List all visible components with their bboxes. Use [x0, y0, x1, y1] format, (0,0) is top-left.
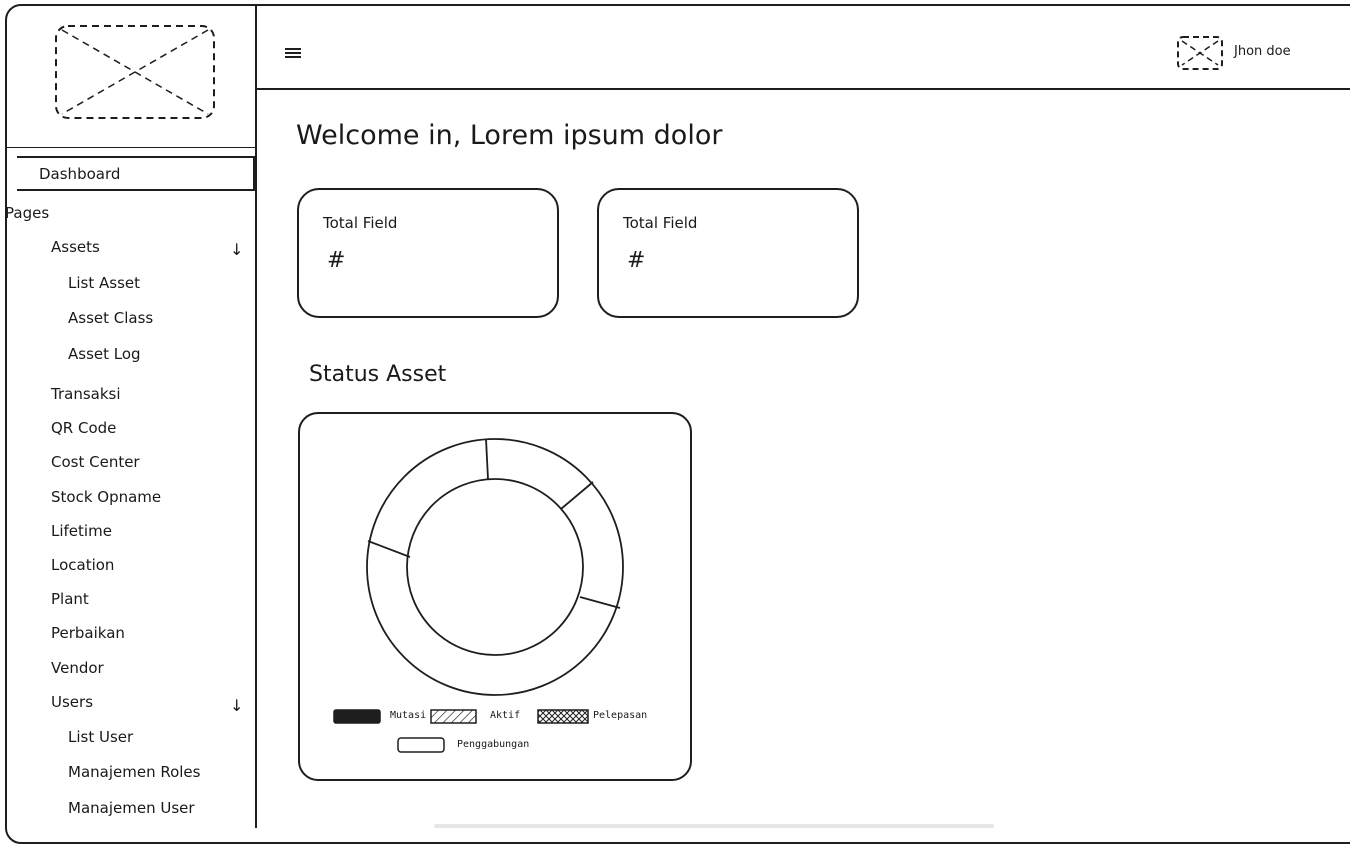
horizontal-scrollbar[interactable] [434, 824, 994, 828]
donut-chart [366, 438, 624, 696]
sidebar-item-label: Assets [51, 238, 100, 256]
stat-card-label: Total Field [623, 214, 698, 232]
sidebar-item-manajemen-user[interactable]: Manajemen User [68, 799, 195, 817]
sidebar-item-stock-opname[interactable]: Stock Opname [51, 488, 161, 506]
sidebar-item-plant[interactable]: Plant [51, 590, 89, 608]
donut-divider [367, 540, 411, 558]
donut-divider [485, 438, 489, 480]
arrow-down-icon[interactable]: ↓ [230, 696, 243, 715]
sidebar-divider [5, 147, 255, 148]
legend-label-aktif: Aktif [490, 710, 521, 721]
stat-card-value: # [327, 248, 346, 273]
avatar-placeholder-icon[interactable] [1176, 34, 1224, 72]
sidebar-item-assets[interactable]: Assets [51, 238, 100, 256]
sidebar-item-qr-code[interactable]: QR Code [51, 419, 116, 437]
sidebar: Dashboard Pages Assets ↓ List Asset Asse… [5, 4, 257, 828]
stat-card-label: Total Field [323, 214, 398, 232]
logo-placeholder-icon [54, 22, 216, 122]
donut-outer-ring [366, 438, 624, 696]
sidebar-item-list-user[interactable]: List User [68, 728, 133, 746]
sidebar-item-lifetime[interactable]: Lifetime [51, 522, 112, 540]
legend-swatch-pelepasan [537, 709, 589, 724]
chart-legend: Mutasi Aktif Pelepasan Penggabungan [300, 704, 694, 764]
legend-swatch-mutasi [333, 709, 381, 724]
user-name[interactable]: Jhon doe [1234, 44, 1291, 59]
sidebar-item-cost-center[interactable]: Cost Center [51, 453, 140, 471]
sidebar-item-perbaikan[interactable]: Perbaikan [51, 624, 125, 642]
sidebar-item-vendor[interactable]: Vendor [51, 659, 104, 677]
sidebar-section-pages: Pages [5, 204, 50, 222]
sidebar-item-list-asset[interactable]: List Asset [68, 274, 140, 292]
status-asset-chart-card: Mutasi Aktif Pelepasan Penggabungan [298, 412, 692, 781]
legend-label-penggabungan: Penggabungan [457, 739, 530, 750]
topbar: Jhon doe [257, 4, 1350, 90]
sidebar-item-users[interactable]: Users [51, 693, 93, 711]
legend-label-pelepasan: Pelepasan [593, 710, 648, 721]
donut-divider [560, 481, 594, 510]
page-title: Welcome in, Lorem ipsum dolor [296, 120, 723, 151]
legend-label-mutasi: Mutasi [390, 710, 427, 721]
sidebar-item-transaksi[interactable]: Transaksi [51, 385, 121, 403]
section-title: Status Asset [309, 362, 447, 387]
stat-card: Total Field # [297, 188, 559, 318]
sidebar-item-label: Users [51, 693, 94, 711]
stat-card-value: # [627, 248, 646, 273]
legend-swatch-aktif [430, 709, 477, 724]
hamburger-menu-icon[interactable] [285, 48, 301, 60]
donut-divider [579, 596, 621, 609]
sidebar-item-asset-log[interactable]: Asset Log [68, 345, 141, 363]
arrow-down-icon[interactable]: ↓ [230, 240, 243, 259]
legend-swatch-penggabungan [397, 737, 445, 753]
donut-inner-ring [406, 478, 584, 656]
stat-card: Total Field # [597, 188, 859, 318]
sidebar-item-location[interactable]: Location [51, 556, 114, 574]
sidebar-item-asset-class[interactable]: Asset Class [68, 309, 153, 327]
sidebar-item-dashboard[interactable]: Dashboard [17, 156, 255, 191]
sidebar-item-manajemen-roles[interactable]: Manajemen Roles [68, 763, 200, 781]
